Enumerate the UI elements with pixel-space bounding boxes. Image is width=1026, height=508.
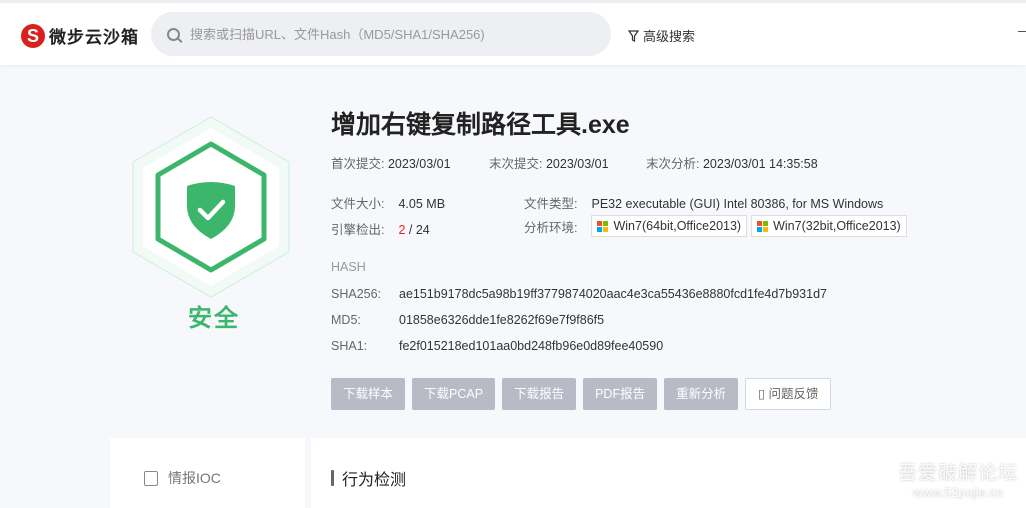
sha256-value[interactable]: ae151b9178dc5a98b19ff3779874020aac4e3ca5… bbox=[399, 287, 827, 301]
watermark: 吾爱破解论坛 www.52pojie.cn bbox=[898, 458, 1018, 500]
logo-icon: S bbox=[21, 23, 45, 48]
first-submit-value: 2023/03/01 bbox=[387, 157, 451, 171]
feedback-label: 问题反馈 bbox=[768, 387, 819, 401]
file-type-value: PE32 executable (GUI) Intel 80386, for M… bbox=[591, 197, 884, 211]
engine-detection: 引擎检出: 2 / 24 bbox=[331, 219, 430, 238]
sidebar-item-label: 情报IOC bbox=[168, 470, 221, 486]
download-sample-button[interactable]: 下载样本 bbox=[331, 378, 406, 410]
feedback-button[interactable]: ▯ 问题反馈 bbox=[745, 378, 832, 410]
action-bar: 下载样本 下载PCAP 下载报告 PDF报告 重新分析 ▯ 问题反馈 bbox=[331, 378, 832, 410]
edit-doc-icon bbox=[144, 470, 158, 486]
file-size-value: 4.05 MB bbox=[398, 197, 446, 211]
env-name: Win7(64bit,Office2013) bbox=[613, 219, 742, 233]
hash-heading: HASH bbox=[331, 260, 366, 274]
md5-value[interactable]: 01858e6326dde1fe8262f69e7f9f86f5 bbox=[399, 313, 604, 327]
watermark-line2: www.52pojie.cn bbox=[912, 485, 1004, 500]
advanced-search-label: 高级搜索 bbox=[643, 29, 696, 44]
reanalyze-button[interactable]: 重新分析 bbox=[664, 378, 739, 410]
md5-label: MD5: bbox=[331, 313, 361, 327]
sidebar: 情报IOC bbox=[110, 438, 305, 508]
first-submit: 首次提交: 2023/03/01 bbox=[331, 153, 451, 172]
section-title: 行为检测 bbox=[342, 472, 407, 489]
section-bar bbox=[331, 470, 334, 486]
engines-label: 引擎检出: bbox=[331, 223, 385, 237]
file-name: 增加右键复制路径工具.exe bbox=[331, 111, 630, 139]
last-submit-label: 末次提交: bbox=[489, 157, 543, 171]
feedback-icon: ▯ bbox=[758, 387, 769, 401]
search-input[interactable] bbox=[190, 26, 590, 42]
sha1-value[interactable]: fe2f015218ed101aa0bd248fb96e0d89fee40590 bbox=[399, 339, 663, 353]
section-header: 行为检测 bbox=[331, 466, 406, 490]
last-analysis-value: 2023/03/01 14:35:58 bbox=[702, 157, 818, 171]
env-label: 分析环境: bbox=[524, 220, 578, 235]
pdf-report-button[interactable]: PDF报告 bbox=[583, 378, 658, 410]
last-analysis: 末次分析: 2023/03/01 14:35:58 bbox=[646, 153, 818, 172]
header: S 微步云沙箱 高级搜索 bbox=[0, 3, 1026, 65]
analysis-env: 分析环境: Win7(64bit,Office2013) Win7(32bit,… bbox=[524, 215, 911, 237]
last-submit: 末次提交: 2023/03/01 bbox=[489, 153, 609, 172]
verdict-badge bbox=[132, 116, 290, 298]
logo[interactable]: S 微步云沙箱 bbox=[21, 23, 139, 48]
file-size: 文件大小: 4.05 MB bbox=[331, 193, 445, 212]
watermark-line1: 吾爱破解论坛 bbox=[897, 463, 1018, 484]
download-report-button[interactable]: 下载报告 bbox=[502, 378, 577, 410]
first-submit-label: 首次提交: bbox=[331, 157, 385, 171]
sha1-row: SHA1: fe2f015218ed101aa0bd248fb96e0d89fee… bbox=[331, 339, 663, 353]
search-box[interactable] bbox=[151, 12, 611, 56]
windows-icon bbox=[757, 220, 769, 232]
last-submit-value: 2023/03/01 bbox=[545, 157, 609, 171]
logo-text: 微步云沙箱 bbox=[49, 28, 139, 47]
sidebar-item-ioc[interactable]: 情报IOC bbox=[144, 468, 221, 488]
file-type: 文件类型: PE32 executable (GUI) Intel 80386, … bbox=[524, 193, 883, 212]
env-name: Win7(32bit,Office2013) bbox=[773, 219, 901, 233]
engines-total: 24 bbox=[415, 223, 430, 237]
windows-icon bbox=[597, 220, 609, 232]
file-size-label: 文件大小: bbox=[331, 197, 385, 211]
sha256-row: SHA256: ae151b9178dc5a98b19ff3779874020aa… bbox=[331, 287, 827, 301]
filter-icon bbox=[628, 29, 639, 42]
sha1-label: SHA1: bbox=[331, 339, 368, 353]
download-pcap-button[interactable]: 下载PCAP bbox=[412, 378, 496, 410]
sha256-label: SHA256: bbox=[331, 287, 382, 301]
env-tag[interactable]: Win7(32bit,Office2013) bbox=[751, 215, 907, 237]
md5-row: MD5: 01858e6326dde1fe8262f69e7f9f86f5 bbox=[331, 313, 604, 327]
advanced-search-button[interactable]: 高级搜索 bbox=[628, 26, 695, 45]
verdict-label: 安全 bbox=[188, 305, 240, 332]
last-analysis-label: 末次分析: bbox=[646, 157, 700, 171]
menu-icon[interactable] bbox=[1018, 31, 1026, 32]
search-icon bbox=[167, 27, 180, 41]
file-type-label: 文件类型: bbox=[524, 197, 578, 211]
engines-sep: / bbox=[405, 223, 416, 237]
env-tag[interactable]: Win7(64bit,Office2013) bbox=[591, 215, 748, 237]
